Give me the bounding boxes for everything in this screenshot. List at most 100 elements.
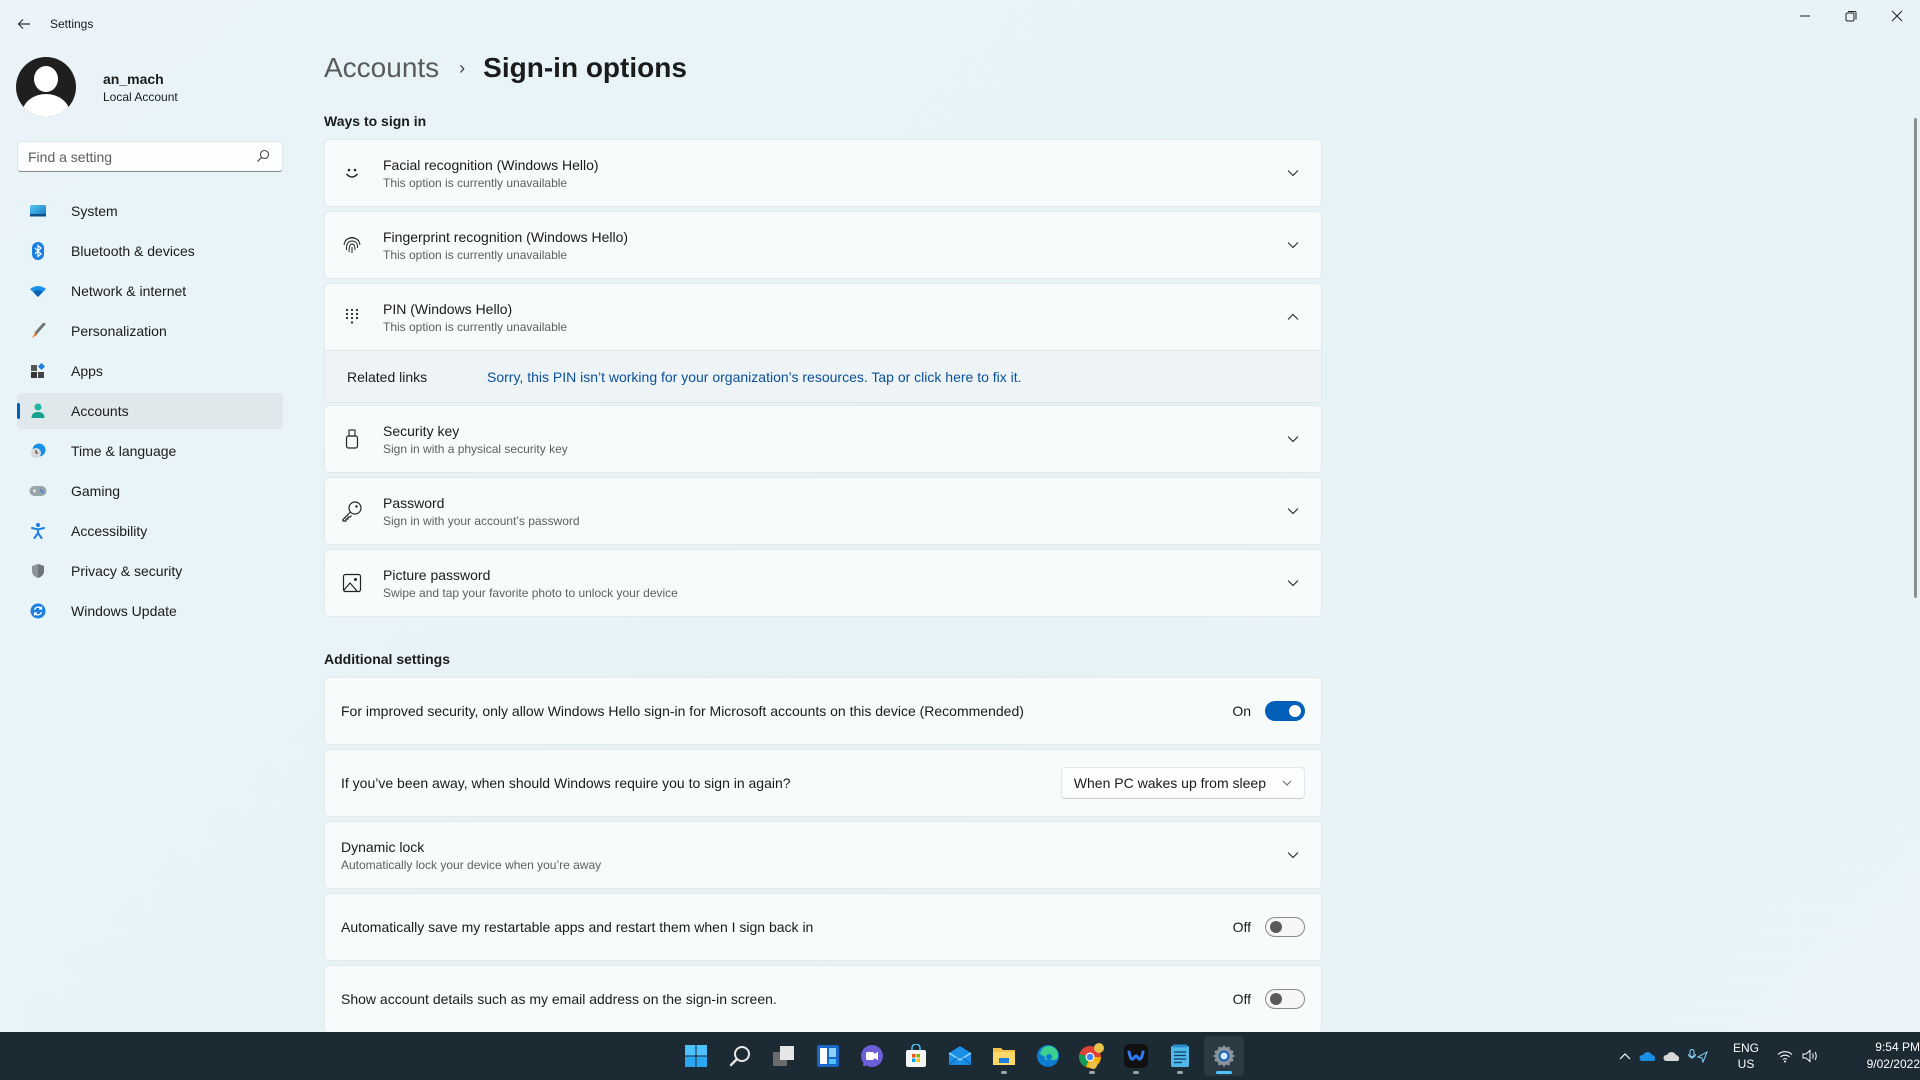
- monitor-icon: [29, 202, 47, 220]
- profile-account-type: Local Account: [103, 89, 178, 104]
- search-icon[interactable]: [256, 149, 272, 165]
- chevron-up-icon: [1619, 1053, 1631, 1060]
- sidebar-item-gaming[interactable]: Gaming: [17, 473, 283, 509]
- sidebar-item-privacy[interactable]: Privacy & security: [17, 553, 283, 589]
- notepad-icon: [1171, 1044, 1189, 1067]
- wifi-icon[interactable]: [1772, 1050, 1798, 1063]
- settings-button[interactable]: [1204, 1036, 1244, 1076]
- sidebar-item-accessibility[interactable]: Accessibility: [17, 513, 283, 549]
- pin-expander[interactable]: PIN (Windows Hello) This option is curre…: [325, 284, 1321, 350]
- chevron-down-icon[interactable]: [1283, 429, 1303, 449]
- sidebar-item-windows-update[interactable]: Windows Update: [17, 593, 283, 629]
- fingerprint-recognition-card: Fingerprint recognition (Windows Hello) …: [324, 211, 1322, 279]
- title-bar: Settings: [0, 0, 1920, 48]
- search-button[interactable]: [720, 1036, 760, 1076]
- clock-button[interactable]: 9:54 PM 9/02/2022: [1834, 1039, 1920, 1073]
- onedrive-personal-icon[interactable]: [1660, 1051, 1684, 1062]
- sidebar-item-bluetooth[interactable]: Bluetooth & devices: [17, 233, 283, 269]
- chevron-down-icon: [1282, 778, 1292, 789]
- microphone-location-icon[interactable]: [1684, 1049, 1712, 1063]
- volume-icon[interactable]: [1798, 1049, 1824, 1063]
- pin-related-links: Related links Sorry, this PIN isn’t work…: [325, 350, 1321, 402]
- onedrive-icon[interactable]: [1636, 1051, 1660, 1062]
- fingerprint-recognition-expander[interactable]: Fingerprint recognition (Windows Hello) …: [325, 212, 1321, 278]
- dynamic-lock-expander[interactable]: Dynamic lock Automatically lock your dev…: [325, 822, 1321, 888]
- start-button[interactable]: [676, 1036, 716, 1076]
- webex-button[interactable]: [1116, 1036, 1156, 1076]
- restore-button[interactable]: [1828, 0, 1874, 32]
- clock-time: 9:54 PM: [1875, 1040, 1920, 1054]
- mail-button[interactable]: [940, 1036, 980, 1076]
- file-explorer-button[interactable]: [984, 1036, 1024, 1076]
- edge-button[interactable]: [1028, 1036, 1068, 1076]
- sidebar-item-label: Personalization: [71, 323, 167, 339]
- task-view-button[interactable]: [764, 1036, 804, 1076]
- dropdown-selected-value: When PC wakes up from sleep: [1073, 775, 1266, 791]
- password-expander[interactable]: Password Sign in with your account’s pas…: [325, 478, 1321, 544]
- card-subtitle: This option is currently unavailable: [383, 175, 568, 190]
- security-key-expander[interactable]: Security key Sign in with a physical sec…: [325, 406, 1321, 472]
- user-profile[interactable]: an_mach Local Account: [16, 57, 178, 117]
- require-signin-setting: If you’ve been away, when should Windows…: [324, 749, 1322, 817]
- sidebar-item-label: Gaming: [71, 483, 121, 499]
- chrome-button[interactable]: [1072, 1036, 1112, 1076]
- mail-icon: [948, 1046, 972, 1066]
- card-subtitle: Sign in with a physical security key: [383, 441, 568, 456]
- account-details-toggle[interactable]: [1265, 989, 1305, 1009]
- person-icon: [29, 402, 47, 420]
- sidebar-item-accounts[interactable]: Accounts: [17, 393, 283, 429]
- store-icon: [906, 1044, 926, 1067]
- clock-globe-icon: [29, 442, 47, 460]
- dynamic-lock-card: Dynamic lock Automatically lock your dev…: [324, 821, 1322, 889]
- sidebar-item-system[interactable]: System: [17, 193, 283, 229]
- search-input[interactable]: [28, 148, 256, 165]
- require-signin-dropdown[interactable]: When PC wakes up from sleep: [1060, 767, 1305, 799]
- sidebar-item-network[interactable]: Network & internet: [17, 273, 283, 309]
- chevron-up-icon[interactable]: [1283, 307, 1303, 327]
- pin-card: PIN (Windows Hello) This option is curre…: [324, 283, 1322, 403]
- taskbar: ENG US 9:54 PM 9/02/2022 3: [0, 1032, 1920, 1080]
- microsoft-store-button[interactable]: [896, 1036, 936, 1076]
- chevron-down-icon[interactable]: [1283, 573, 1303, 593]
- close-button[interactable]: [1874, 0, 1920, 32]
- notepad-button[interactable]: [1160, 1036, 1200, 1076]
- card-title: Fingerprint recognition (Windows Hello): [383, 228, 629, 245]
- minimize-button[interactable]: [1782, 0, 1828, 32]
- chevron-down-icon[interactable]: [1283, 845, 1303, 865]
- picture-password-expander[interactable]: Picture password Swipe and tap your favo…: [325, 550, 1321, 616]
- restart-apps-toggle[interactable]: [1265, 917, 1305, 937]
- chevron-down-icon[interactable]: [1283, 163, 1303, 183]
- input-language-button[interactable]: ENG US: [1720, 1040, 1772, 1072]
- breadcrumb-accounts-link[interactable]: Accounts: [324, 52, 439, 84]
- back-button[interactable]: [12, 12, 36, 36]
- ways-to-sign-in-heading: Ways to sign in: [324, 113, 427, 129]
- sidebar-item-apps[interactable]: Apps: [17, 353, 283, 389]
- card-title: Facial recognition (Windows Hello): [383, 156, 599, 173]
- clock-date: 9/02/2022: [1866, 1057, 1920, 1071]
- language-code: ENG: [1732, 1041, 1759, 1055]
- widgets-button[interactable]: [808, 1036, 848, 1076]
- chrome-icon: [1079, 1043, 1104, 1069]
- webex-icon: [1124, 1044, 1148, 1068]
- search-box[interactable]: [17, 141, 283, 172]
- sidebar-item-label: Accessibility: [71, 523, 148, 539]
- chevron-down-icon[interactable]: [1283, 235, 1303, 255]
- fingerprint-icon: [341, 234, 363, 256]
- hello-only-toggle[interactable]: [1265, 701, 1305, 721]
- toggle-state-label: Off: [1232, 991, 1251, 1007]
- windows-logo-icon: [685, 1045, 707, 1067]
- system-tray: ENG US 9:54 PM 9/02/2022 3: [1614, 1032, 1920, 1080]
- sidebar-item-label: Accounts: [71, 403, 129, 419]
- fix-pin-link[interactable]: Sorry, this PIN isn’t working for your o…: [487, 369, 1022, 385]
- facial-recognition-expander[interactable]: Facial recognition (Windows Hello) This …: [325, 140, 1321, 206]
- close-icon: [1891, 10, 1903, 22]
- vertical-scrollbar[interactable]: [1914, 118, 1917, 598]
- chevron-down-icon[interactable]: [1283, 501, 1303, 521]
- widgets-icon: [817, 1045, 839, 1067]
- sidebar-item-personalization[interactable]: Personalization: [17, 313, 283, 349]
- show-hidden-icons-button[interactable]: [1614, 1052, 1636, 1060]
- teams-chat-button[interactable]: [852, 1036, 892, 1076]
- sidebar-item-label: System: [71, 203, 118, 219]
- picture-password-card: Picture password Swipe and tap your favo…: [324, 549, 1322, 617]
- sidebar-item-time-language[interactable]: Time & language: [17, 433, 283, 469]
